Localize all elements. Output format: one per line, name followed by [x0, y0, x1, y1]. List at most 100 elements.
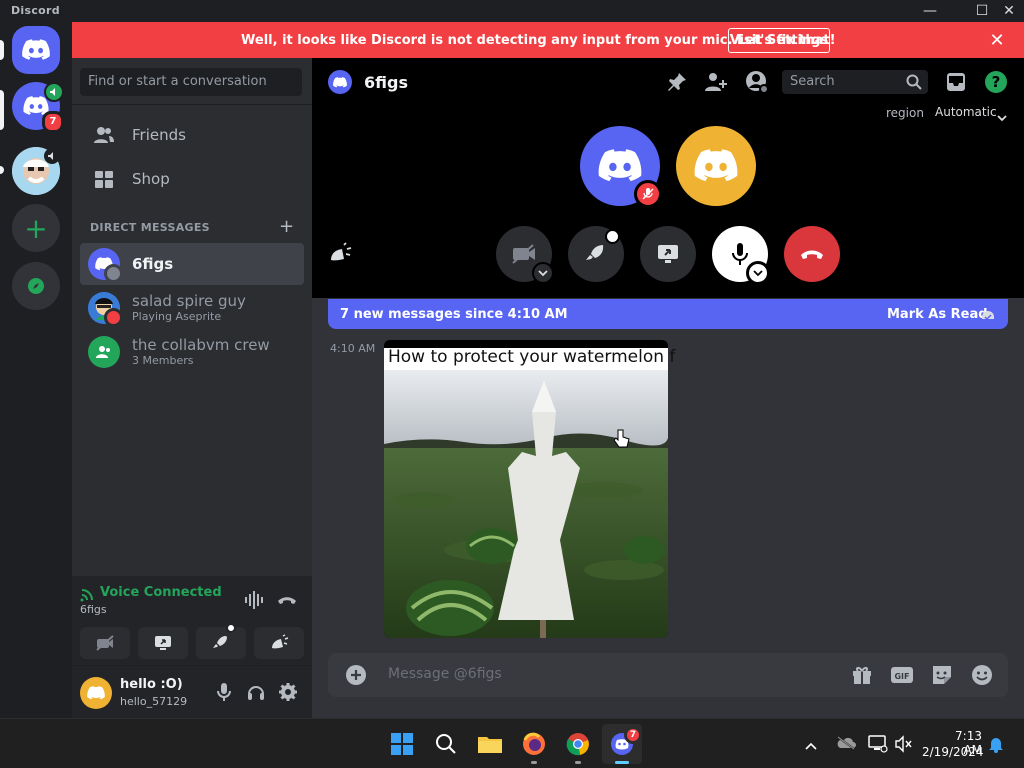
home-button[interactable]	[12, 26, 60, 74]
taskbar-clock-date[interactable]: 2/19/2024	[922, 745, 984, 759]
discord-logo-icon	[22, 39, 50, 60]
camera-off-button[interactable]	[80, 627, 130, 659]
deafen-button[interactable]	[244, 680, 268, 704]
gear-icon	[279, 683, 297, 701]
find-conversation-input[interactable]: Find or start a conversation	[80, 68, 302, 96]
cursor-hand-icon	[612, 428, 632, 452]
volume-muted-icon[interactable]	[894, 735, 914, 753]
chevron-down-icon[interactable]	[746, 261, 770, 285]
avatar[interactable]	[80, 677, 112, 709]
direct-messages-header: DIRECT MESSAGES	[90, 221, 210, 234]
visit-settings-button[interactable]: Visit Settings	[728, 28, 830, 53]
start-button[interactable]	[386, 728, 418, 760]
file-explorer-button[interactable]	[474, 728, 506, 760]
dm-item[interactable]: salad spire guy Playing Aseprite	[80, 287, 304, 329]
disconnect-icon[interactable]	[276, 590, 300, 612]
new-messages-text[interactable]: 7 new messages since 4:10 AM	[340, 307, 568, 322]
network-icon[interactable]	[868, 735, 888, 753]
soundboard-icon[interactable]	[328, 242, 352, 266]
notification-dot	[605, 229, 620, 244]
activities-button[interactable]	[196, 623, 246, 659]
app-title: Discord	[11, 4, 60, 17]
chevron-down-icon[interactable]	[532, 262, 554, 284]
minimize-button[interactable]: —	[917, 0, 943, 22]
chrome-button[interactable]	[562, 728, 594, 760]
onedrive-icon[interactable]	[836, 735, 856, 753]
gift-icon	[853, 667, 871, 684]
noise-suppression-icon[interactable]	[244, 590, 268, 612]
mute-button[interactable]	[212, 680, 236, 704]
shop-icon	[92, 167, 116, 191]
dm-name: 6figs	[132, 254, 174, 273]
taskbar-search-button[interactable]	[430, 728, 462, 760]
gift-button[interactable]	[850, 663, 874, 687]
voice-connected-status[interactable]: Voice Connected	[100, 585, 222, 600]
folder-icon	[478, 737, 502, 753]
search-icon	[436, 734, 456, 754]
notifications-bell-icon[interactable]	[988, 735, 1006, 755]
user-settings-button[interactable]	[276, 680, 300, 704]
search-icon	[906, 74, 922, 90]
dm-item[interactable]: the collabvm crew 3 Members	[80, 331, 304, 373]
sidebar-item-shop[interactable]: Shop	[80, 158, 304, 200]
discord-logo-icon	[333, 76, 347, 87]
selected-pill	[0, 40, 4, 60]
chevron-up-icon[interactable]	[804, 736, 820, 752]
sticker-button[interactable]	[930, 663, 954, 687]
inbox-button[interactable]	[945, 71, 967, 93]
voice-channel-name[interactable]: 6figs	[80, 603, 107, 616]
soundboard-button[interactable]	[254, 627, 304, 659]
smiley-icon	[972, 665, 992, 685]
user-display-name[interactable]: hello :O)	[120, 677, 183, 692]
message-input-placeholder[interactable]: Message @6figs	[388, 666, 502, 682]
headphones-icon	[248, 686, 264, 700]
sidebar-item-label: Shop	[132, 170, 170, 188]
close-icon[interactable]: ✕	[988, 30, 1006, 51]
firefox-icon	[523, 732, 545, 755]
discord-logo-icon	[694, 149, 738, 182]
mark-as-read-button[interactable]: Mark As Read	[887, 307, 988, 322]
avatar	[88, 336, 120, 368]
avatar	[328, 70, 352, 94]
rocket-icon	[213, 636, 227, 648]
firefox-button[interactable]	[518, 728, 550, 760]
add-server-button[interactable]: +	[12, 204, 60, 252]
media-caption: How to protect your watermelon f	[388, 347, 676, 367]
dm-activity: Playing Aseprite	[132, 310, 222, 323]
screen-share-button[interactable]	[138, 627, 188, 659]
gif-button[interactable]: GIF	[890, 663, 914, 687]
soundboard-icon	[272, 634, 289, 649]
participant-tile-6figs[interactable]	[676, 126, 756, 206]
sidebar-item-label: Friends	[132, 126, 186, 144]
avatar	[88, 248, 123, 283]
explore-servers-button[interactable]	[12, 262, 60, 310]
emoji-button[interactable]	[970, 663, 994, 687]
muted-mic-icon	[634, 180, 662, 208]
pinned-messages-button[interactable]	[666, 71, 688, 93]
signal-icon[interactable]	[80, 586, 96, 602]
create-dm-button[interactable]: +	[279, 216, 294, 237]
maximize-button[interactable]: ☐	[969, 0, 995, 22]
dm-item[interactable]: 6figs	[80, 243, 304, 285]
discord-taskbar-badge: 7	[624, 726, 642, 744]
notification-dot	[226, 623, 236, 633]
close-window-button[interactable]: ✕	[996, 0, 1022, 22]
rocket-icon	[586, 245, 604, 260]
active-indicator	[615, 761, 629, 764]
leave-call-button[interactable]	[784, 226, 840, 282]
discord-logo-icon	[598, 149, 642, 182]
attach-button[interactable]	[344, 663, 368, 687]
sidebar-item-friends[interactable]: Friends	[80, 114, 304, 156]
screen-share-button[interactable]	[640, 226, 696, 282]
mark-read-icon[interactable]	[980, 305, 996, 321]
speaker-icon	[44, 148, 60, 164]
video-attachment[interactable]	[384, 340, 668, 638]
status-dot	[104, 308, 123, 327]
help-icon[interactable]: ?	[985, 71, 1007, 93]
screen-share-icon	[658, 245, 678, 263]
user-profile-button[interactable]	[745, 70, 769, 94]
region-select[interactable]: Automatic	[935, 105, 997, 119]
camera-off-icon	[512, 244, 535, 264]
group-icon	[96, 346, 110, 358]
add-friends-to-dm-button[interactable]	[704, 71, 728, 93]
